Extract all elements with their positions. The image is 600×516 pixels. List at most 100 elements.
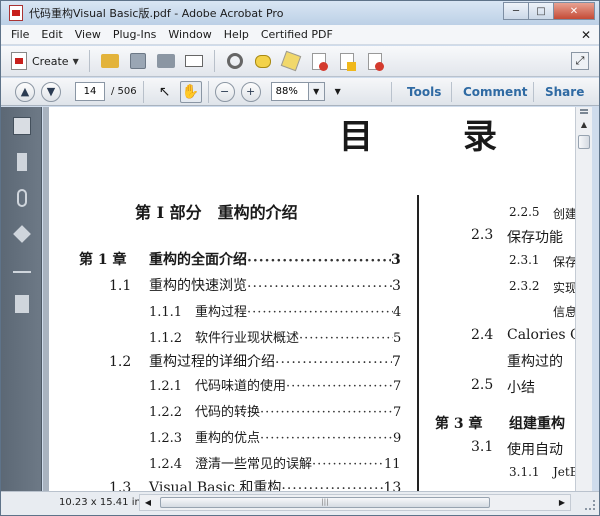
vertical-scroll-thumb[interactable] (578, 135, 590, 149)
vertical-scrollbar[interactable]: ▲ (575, 107, 592, 491)
next-page-icon[interactable]: ▼ (41, 81, 61, 102)
navigation-pane (1, 107, 42, 491)
toc-entry-number: 2.3.1 (509, 253, 540, 267)
more-tools-icon[interactable]: ▼ (335, 87, 341, 96)
previous-page-icon[interactable]: ▲ (15, 81, 35, 102)
settings-gear-icon[interactable] (224, 50, 246, 72)
page-number-input[interactable] (75, 82, 105, 101)
email-icon[interactable] (183, 50, 205, 72)
maximize-button[interactable]: □ (528, 2, 554, 20)
create-dropdown-icon[interactable]: ▼ (73, 57, 79, 66)
toc-entry[interactable]: 1.2 重构过程的详细介绍····························… (109, 351, 401, 371)
menu-view[interactable]: View (69, 28, 107, 41)
zoom-out-icon[interactable]: − (214, 81, 235, 102)
toc-entry-number: 1.2.1 (149, 379, 183, 394)
toc-entry[interactable]: 1.2.1 代码味道的使用····························… (149, 375, 401, 394)
panel-separator (391, 82, 392, 102)
toc-entry[interactable]: 1.3 Visual Basic 和重构·····················… (109, 477, 401, 491)
window-title: 代码重构Visual Basic版.pdf - Adobe Acrobat Pr… (29, 7, 284, 20)
attachments-icon[interactable] (17, 189, 27, 207)
toc-entry-page: 7 (392, 354, 401, 370)
horizontal-scrollbar[interactable]: ◀ ||| ▶ (139, 494, 571, 511)
layers-icon[interactable] (13, 225, 31, 243)
zoom-select[interactable]: ▼ (270, 82, 325, 101)
content-icon[interactable] (15, 295, 29, 313)
navigation-toolbar: ▲ ▼ / 506 ↖ ✋ − + ▼ ▼ Tools Comment Shar… (1, 78, 599, 106)
toc-entry-title: 重构的全面介绍 (149, 252, 247, 268)
resize-grip-icon[interactable] (585, 500, 595, 510)
menu-certified-pdf[interactable]: Certified PDF (255, 28, 339, 41)
pdf-secure-icon[interactable] (336, 50, 358, 72)
toc-entry[interactable]: 1.1.1 重构过程·······························… (149, 301, 401, 320)
toc-entry[interactable]: 1.1 重构的快速浏览······························… (109, 275, 401, 295)
toc-entry-number: 1.1.1 (149, 305, 183, 320)
zoom-dropdown-icon[interactable]: ▼ (308, 82, 325, 101)
toc-entry-number: 2.4 (471, 327, 494, 343)
share-pane-link[interactable]: Share (545, 85, 584, 99)
pdf-export-icon[interactable] (308, 50, 330, 72)
page-thumbnails-icon[interactable] (13, 117, 31, 135)
toc-entry-title: 重构过程 (195, 305, 248, 320)
toc-entry[interactable]: 第 1 章 重构的全面介绍····························… (79, 249, 401, 269)
toc-leader-dots: ········································… (312, 457, 385, 472)
zoom-input[interactable] (270, 82, 309, 101)
page-size-readout: 10.23 x 15.41 in (59, 497, 141, 508)
pdf-share-icon[interactable] (364, 50, 386, 72)
comment-bubble-icon[interactable] (252, 50, 274, 72)
toc-title-right: 录 (463, 117, 497, 157)
close-document-icon[interactable]: ✕ (581, 28, 591, 42)
menu-plug-ins[interactable]: Plug-Ins (107, 28, 163, 41)
zoom-in-icon[interactable]: + (240, 81, 261, 102)
toc-entry-title[interactable]: JetB (553, 465, 575, 479)
open-folder-icon[interactable] (99, 50, 121, 72)
sign-pen-icon[interactable] (280, 50, 302, 72)
horizontal-scroll-thumb[interactable]: ||| (160, 497, 490, 508)
hand-tool-icon[interactable]: ✋ (179, 80, 202, 103)
toc-entry-number: 1.1 (109, 278, 132, 294)
bookmarks-icon[interactable] (17, 153, 27, 171)
print-icon[interactable] (155, 50, 177, 72)
toc-entry-title[interactable]: 实现 (553, 279, 575, 296)
scroll-right-icon[interactable]: ▶ (554, 495, 570, 510)
toc-entry[interactable]: 1.2.3 重构的优点······························… (149, 427, 401, 446)
close-button[interactable]: ✕ (553, 2, 595, 20)
toc-entry-number: 3.1.1 (509, 465, 540, 479)
menu-edit[interactable]: Edit (35, 28, 68, 41)
expand-view-icon[interactable]: ⤢ (571, 52, 589, 70)
menu-file[interactable]: File (5, 28, 35, 41)
part-heading: 第 I 部分 重构的介绍 (135, 203, 298, 222)
document-view[interactable]: 目 录 第 I 部分 重构的介绍 第 1 章重构的全面介绍···········… (43, 107, 575, 491)
toc-entry-title: 代码味道的使用 (195, 379, 287, 394)
menu-window[interactable]: Window (162, 28, 217, 41)
toc-leader-dots: ········································… (247, 253, 391, 269)
select-tool-icon[interactable]: ↖ (154, 81, 176, 103)
toc-entry-title[interactable]: 组建重构 (509, 413, 565, 433)
toc-entry-title: 重构的优点 (195, 431, 261, 446)
comment-pane-link[interactable]: Comment (463, 85, 527, 99)
minimize-button[interactable]: ─ (503, 2, 529, 20)
toc-entry-title[interactable]: 小结 (507, 377, 535, 397)
signatures-icon[interactable] (13, 259, 31, 273)
toolbar-separator (207, 80, 209, 103)
toc-entry-title[interactable]: 保存 (553, 253, 575, 270)
toc-entry-title[interactable]: 信息 (553, 303, 575, 320)
toc-entry-title[interactable]: Calories C (507, 327, 575, 343)
toc-entry-page: 7 (393, 405, 402, 420)
toc-entry[interactable]: 1.1.2 软件行业现状概述···························… (149, 327, 401, 346)
create-pdf-icon (11, 52, 27, 70)
menu-help[interactable]: Help (218, 28, 255, 41)
save-icon[interactable] (127, 50, 149, 72)
scroll-left-icon[interactable]: ◀ (140, 495, 156, 510)
create-button[interactable]: Create ▼ (7, 49, 83, 73)
split-handle-icon[interactable] (580, 109, 588, 114)
toc-entry-title[interactable]: 重构过的 (507, 351, 563, 371)
tools-pane-link[interactable]: Tools (407, 85, 441, 99)
scroll-up-icon[interactable]: ▲ (576, 117, 592, 133)
toc-entry-title[interactable]: 创建 (553, 205, 575, 222)
toc-entry-number: 1.2 (109, 354, 132, 370)
toc-entry[interactable]: 1.2.2 代码的转换······························… (149, 401, 401, 420)
toc-entry[interactable]: 1.2.4 澄清一些常见的误解··························… (149, 453, 401, 472)
toc-entry-title[interactable]: 使用自动 (507, 439, 563, 459)
toc-entry-title[interactable]: 保存功能 (507, 227, 563, 247)
toc-entry-page: 4 (393, 305, 402, 320)
